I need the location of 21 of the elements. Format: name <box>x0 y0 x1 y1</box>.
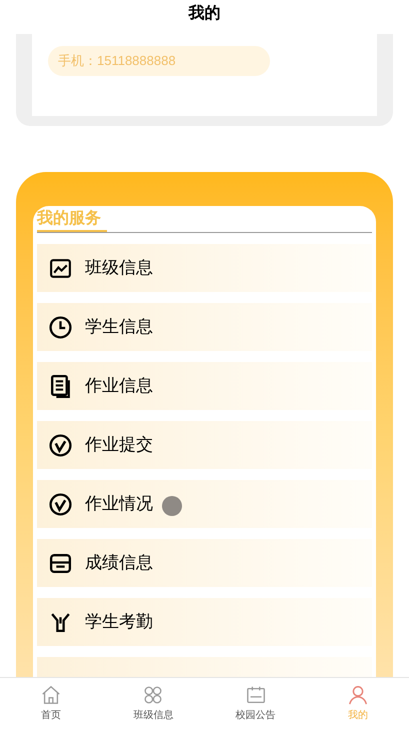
tab-bar-item[interactable]: 校园公告 <box>204 678 307 729</box>
home-icon <box>40 684 62 706</box>
service-item[interactable]: 作业信息 <box>37 362 372 410</box>
page-title: 我的 <box>188 4 220 24</box>
grid-icon <box>142 684 164 706</box>
service-item[interactable]: 学生考勤 <box>37 598 372 646</box>
tab-bar-item[interactable]: 班级信息 <box>102 678 204 729</box>
service-item[interactable]: 作业提交 <box>37 421 372 469</box>
user-icon <box>346 684 369 706</box>
service-item[interactable]: 学生信息 <box>37 303 372 351</box>
service-item[interactable]: 成绩信息 <box>37 539 372 587</box>
clock-icon <box>48 314 73 340</box>
section-title: 我的服务 <box>37 208 107 232</box>
check-circle-icon <box>48 492 73 516</box>
service-item[interactable]: 作业情况 <box>37 480 372 528</box>
tab-bar-item[interactable]: 首页 <box>0 678 102 729</box>
phone-number: 手机：15118888888 <box>58 52 176 70</box>
document-icon <box>48 374 73 398</box>
check-circle-icon <box>48 432 73 458</box>
service-item[interactable]: 班级信息 <box>37 244 372 292</box>
board-icon <box>244 684 267 706</box>
